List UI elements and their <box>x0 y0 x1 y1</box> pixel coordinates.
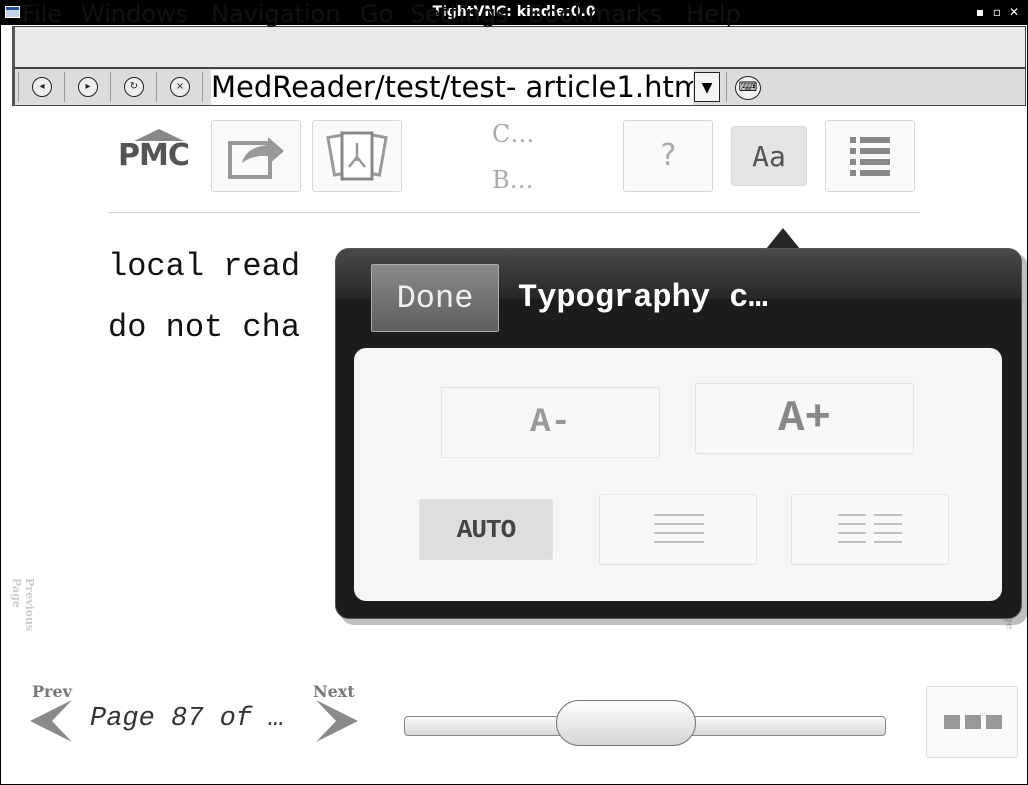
menu-file[interactable]: File <box>22 0 62 42</box>
page-slider-thumb[interactable] <box>556 700 696 746</box>
menu-windows[interactable]: Windows <box>81 0 188 42</box>
toolbar-separator <box>156 72 157 102</box>
menu-bookmarks[interactable]: Bookmarks <box>528 0 662 42</box>
toolbar-separator <box>18 72 19 102</box>
toolbar-separator <box>202 72 203 102</box>
menu-navigation[interactable]: Navigation <box>211 0 340 42</box>
forward-icon[interactable]: ▸ <box>78 77 98 97</box>
two-column-icon <box>838 514 902 543</box>
toolbar-divider <box>108 212 920 213</box>
single-column-button[interactable] <box>599 494 757 565</box>
close-window-button[interactable]: ✕ <box>1006 3 1022 21</box>
maximize-button[interactable]: ▫ <box>989 3 1005 21</box>
share-button[interactable] <box>211 120 301 192</box>
minimize-button[interactable]: ▪ <box>972 3 988 21</box>
article-line: do not cha <box>108 309 301 346</box>
toolbar-separator <box>726 72 727 102</box>
pmc-logo[interactable]: PMC <box>118 127 196 181</box>
window-menu-icon[interactable] <box>5 6 20 18</box>
reload-icon[interactable]: ↻ <box>124 77 144 97</box>
menu-settings[interactable]: Settings <box>410 0 508 42</box>
menu-help[interactable]: Help <box>686 0 741 42</box>
url-field[interactable]: MedReader/test/test- article1.html <box>211 70 693 105</box>
more-icon <box>986 715 1002 729</box>
decrease-font-button[interactable]: A- <box>441 387 660 458</box>
font-settings-button[interactable]: Aa <box>731 126 807 186</box>
toc-button[interactable] <box>825 120 915 192</box>
single-column-icon <box>654 514 704 543</box>
pdf-icon <box>326 131 388 181</box>
share-icon <box>228 137 284 179</box>
toolbar-separator <box>110 72 111 102</box>
increase-font-button[interactable]: A+ <box>695 383 914 454</box>
previous-page-area[interactable]: Previous Page <box>10 578 36 642</box>
done-button[interactable]: Done <box>371 264 499 332</box>
two-column-button[interactable] <box>791 494 949 565</box>
stop-icon[interactable]: × <box>170 77 190 97</box>
menu-go[interactable]: Go <box>360 0 393 42</box>
page-indicator: Page 87 of … <box>90 704 285 734</box>
toolbar-label-bottom[interactable]: B… <box>492 166 534 194</box>
back-icon[interactable]: ◂ <box>32 77 52 97</box>
more-icon <box>944 715 960 729</box>
pdf-button[interactable] <box>312 120 402 192</box>
auto-columns-button[interactable]: AUTO <box>419 499 553 560</box>
help-button[interactable]: ? <box>623 120 713 192</box>
url-dropdown-button[interactable]: ▼ <box>694 72 720 102</box>
toolbar-label-top[interactable]: C… <box>492 120 534 148</box>
more-icon <box>965 715 981 729</box>
next-arrow-icon[interactable] <box>314 698 360 744</box>
article-line: local read <box>108 248 301 285</box>
prev-arrow-icon[interactable] <box>28 698 74 744</box>
popover-title: Typography c… <box>518 279 768 316</box>
toolbar-separator <box>64 72 65 102</box>
keyboard-icon[interactable]: ⌨ <box>735 76 761 100</box>
list-icon <box>850 137 890 176</box>
popover-arrow <box>766 228 800 249</box>
